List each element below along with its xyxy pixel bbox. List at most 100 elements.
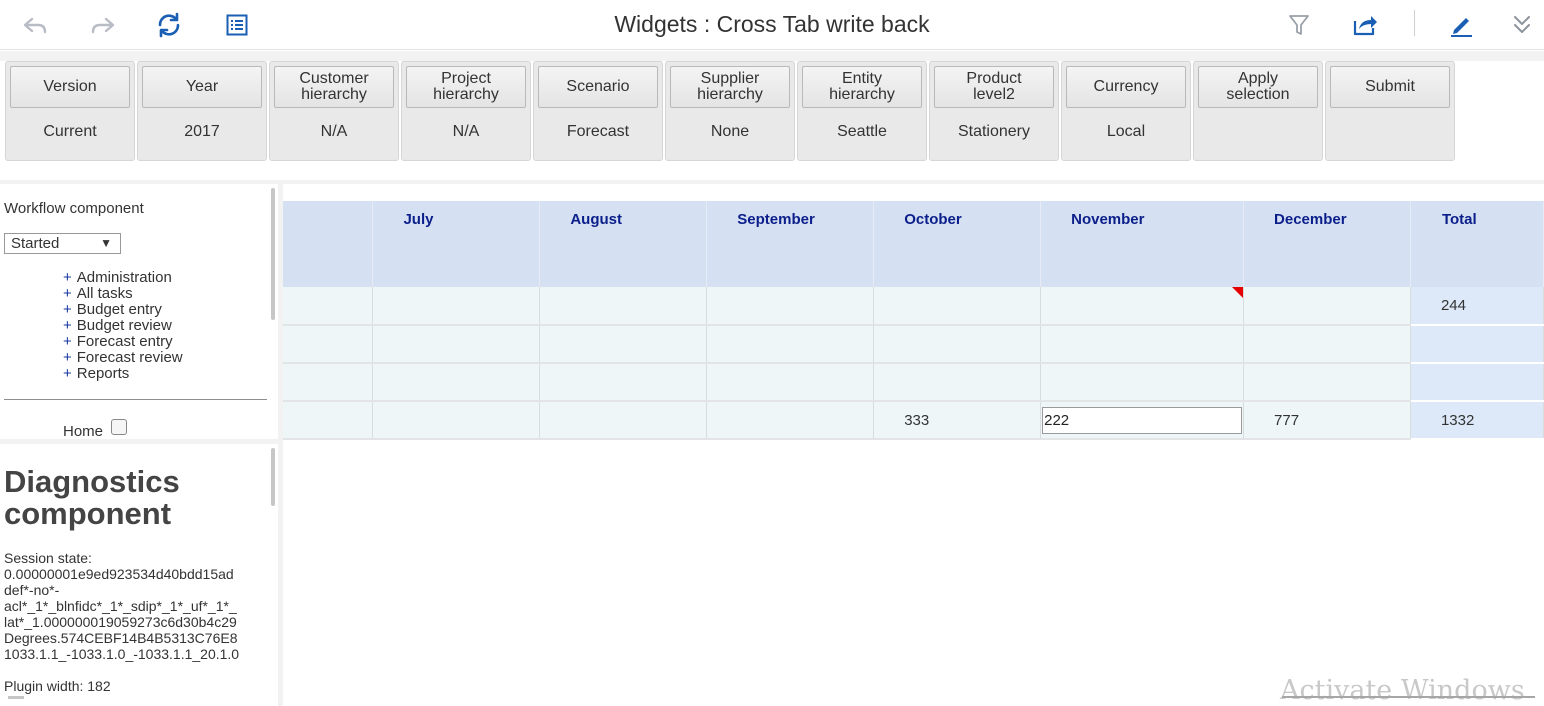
workflow-panel: Workflow component Started ▼ + Administra…	[0, 184, 278, 440]
expand-plus-icon: +	[63, 333, 72, 350]
filter-submit: Submit	[1325, 61, 1455, 161]
row-header-cell	[283, 401, 374, 440]
task-item-budget-review[interactable]: + Budget review	[63, 318, 183, 334]
data-cell[interactable]	[1243, 287, 1411, 326]
data-cell[interactable]	[539, 401, 708, 440]
filter-icon[interactable]	[1284, 10, 1314, 40]
column-header-september: September	[706, 201, 875, 287]
expand-plus-icon: +	[63, 301, 72, 318]
filter-version: Version Current	[5, 61, 135, 161]
product-level2-button[interactable]: Product level2	[934, 66, 1054, 108]
task-item-administration[interactable]: + Administration	[63, 270, 183, 286]
plugin-width-text: Plugin width: 182	[4, 678, 111, 694]
edit-pencil-icon[interactable]	[1446, 10, 1476, 40]
currency-button[interactable]: Currency	[1066, 66, 1186, 108]
task-item-all-tasks[interactable]: + All tasks	[63, 286, 183, 302]
filter-apply: Apply selection	[1193, 61, 1323, 161]
data-cell[interactable]	[1243, 363, 1411, 402]
expand-plus-icon: +	[63, 317, 72, 334]
data-cell[interactable]	[873, 325, 1042, 364]
dropdown-arrow-icon: ▼	[100, 236, 112, 250]
workflow-task-list: + Administration + All tasks + Budget entry…	[63, 270, 183, 382]
currency-value: Local	[1106, 123, 1146, 140]
data-cell[interactable]: 777	[1243, 401, 1411, 440]
data-cell[interactable]	[539, 287, 708, 326]
entity-hierarchy-button[interactable]: Entity hierarchy	[802, 66, 922, 108]
apply-selection-button[interactable]: Apply selection	[1198, 66, 1318, 108]
expand-down-icon[interactable]	[1507, 10, 1537, 40]
column-header-october: October	[873, 201, 1042, 287]
year-value: 2017	[184, 123, 220, 140]
data-cell[interactable]	[706, 287, 875, 326]
data-cell[interactable]	[873, 287, 1042, 326]
filter-project-hierarchy: Project hierarchy N/A	[401, 61, 531, 161]
workflow-scrollbar[interactable]	[271, 188, 275, 320]
home-label: Home	[63, 423, 104, 440]
column-header-blank	[283, 201, 374, 287]
product-level2-value: Stationery	[957, 123, 1031, 140]
session-state-text: Session state: 0.00000001e9ed923534d40bd…	[4, 550, 240, 662]
home-checkbox[interactable]	[111, 419, 127, 435]
list-view-icon[interactable]	[222, 10, 252, 40]
year-button[interactable]: Year	[142, 66, 262, 108]
expand-plus-icon: +	[63, 365, 72, 382]
total-cell: 1332	[1410, 401, 1544, 440]
activate-windows-watermark: Activate Windows	[1280, 675, 1525, 706]
data-cell[interactable]	[706, 363, 875, 402]
table-row: 244	[283, 287, 1544, 326]
data-cell[interactable]	[372, 325, 541, 364]
data-cell[interactable]	[1040, 325, 1245, 364]
total-cell	[1410, 363, 1544, 402]
project-hierarchy-button[interactable]: Project hierarchy	[406, 66, 526, 108]
customer-hierarchy-value: N/A	[320, 123, 348, 140]
supplier-hierarchy-button[interactable]: Supplier hierarchy	[670, 66, 790, 108]
task-item-reports[interactable]: + Reports	[63, 366, 183, 382]
entity-hierarchy-value: Seattle	[837, 123, 887, 140]
column-header-total: Total	[1410, 201, 1544, 287]
share-icon[interactable]	[1350, 10, 1380, 40]
data-cell[interactable]	[539, 325, 708, 364]
column-header-july: July	[372, 201, 541, 287]
scenario-button[interactable]: Scenario	[538, 66, 658, 108]
data-cell[interactable]	[539, 363, 708, 402]
cell-edit-input[interactable]	[1042, 407, 1243, 434]
supplier-hierarchy-value: None	[710, 123, 750, 140]
table-row: 333 777 1332	[283, 401, 1544, 440]
filter-scenario: Scenario Forecast	[533, 61, 663, 161]
data-cell[interactable]	[706, 401, 875, 440]
diagnostics-panel: Diagnostics component Session state: 0.0…	[0, 444, 278, 706]
data-cell-editing[interactable]	[1040, 401, 1245, 440]
redo-icon[interactable]	[88, 10, 118, 40]
expand-plus-icon: +	[63, 349, 72, 366]
scenario-value: Forecast	[566, 123, 630, 140]
data-cell[interactable]	[372, 287, 541, 326]
version-value: Current	[43, 123, 97, 140]
data-cell[interactable]	[873, 363, 1042, 402]
data-cell[interactable]: 333	[873, 401, 1042, 440]
task-item-budget-entry[interactable]: + Budget entry	[63, 302, 183, 318]
customer-hierarchy-button[interactable]: Customer hierarchy	[274, 66, 394, 108]
submit-button[interactable]: Submit	[1330, 66, 1450, 108]
column-header-november: November	[1040, 201, 1245, 287]
column-header-december: December	[1243, 201, 1411, 287]
filter-customer-hierarchy: Customer hierarchy N/A	[269, 61, 399, 161]
diagnostics-hscrollbar[interactable]	[8, 696, 24, 699]
undo-icon[interactable]	[20, 10, 50, 40]
data-cell[interactable]	[372, 363, 541, 402]
data-cell[interactable]	[1243, 325, 1411, 364]
refresh-icon[interactable]	[154, 10, 184, 40]
task-item-forecast-entry[interactable]: + Forecast entry	[63, 334, 183, 350]
data-cell-changed[interactable]	[1040, 287, 1245, 326]
version-button[interactable]: Version	[10, 66, 130, 108]
workflow-status-select[interactable]: Started ▼	[4, 233, 121, 254]
diagnostics-scrollbar[interactable]	[271, 448, 275, 506]
task-item-forecast-review[interactable]: + Forecast review	[63, 350, 183, 366]
top-toolbar: Widgets : Cross Tab write back	[0, 0, 1544, 50]
data-cell[interactable]	[706, 325, 875, 364]
data-cell[interactable]	[1040, 363, 1245, 402]
toolbar-separator	[1414, 10, 1415, 36]
row-header-cell	[283, 287, 374, 326]
data-cell[interactable]	[372, 401, 541, 440]
row-header-cell	[283, 325, 374, 364]
workflow-title: Workflow component	[4, 200, 144, 217]
